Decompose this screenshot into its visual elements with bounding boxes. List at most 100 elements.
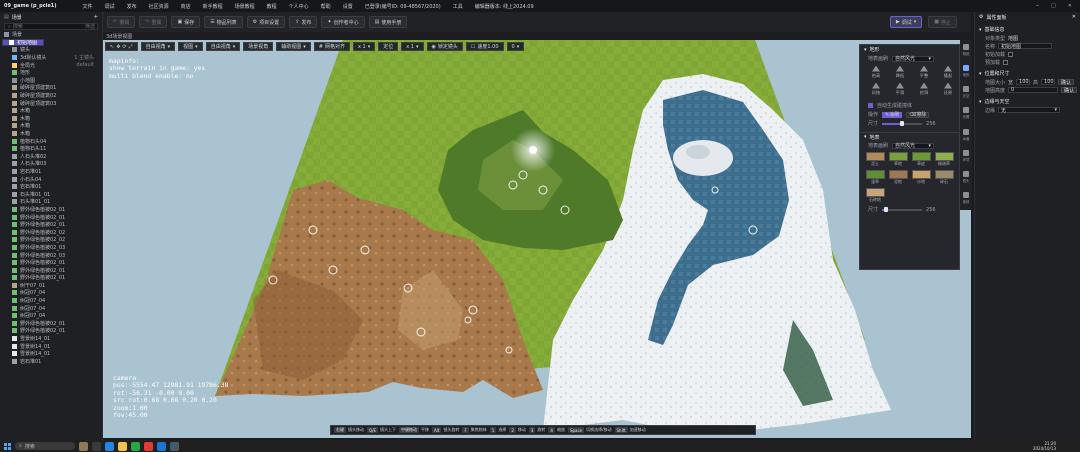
- menu-help-docs[interactable]: 教程: [267, 3, 277, 10]
- scene-tree-item[interactable]: 树冠07_04: [2, 297, 102, 305]
- scene-tree-item[interactable]: 野外绿色植被02_01: [2, 213, 102, 221]
- scene-viewport[interactable]: mapinfo: show terrain in game: yes multi…: [103, 40, 971, 438]
- scene-tree-item[interactable]: 小地图: [2, 77, 102, 85]
- grid-scale-select[interactable]: x 1 ▾: [352, 42, 376, 51]
- confirm-height-button[interactable]: 确认: [1061, 87, 1078, 94]
- scene-tree-item[interactable]: 野外绿色植被02_01: [2, 259, 102, 267]
- scene-tree-item[interactable]: 小石头04: [2, 175, 102, 183]
- scene-tree-item[interactable]: 破碎屋顶建筑01: [2, 84, 102, 92]
- scene-tree-item[interactable]: 镜头: [2, 46, 102, 54]
- scene-tree-item[interactable]: 木箱: [2, 130, 102, 138]
- menu-profile[interactable]: 个人中心: [289, 3, 309, 10]
- right-strip-button[interactable]: 镜头: [961, 170, 971, 189]
- scene-tree-item[interactable]: 破碎屋顶建筑02: [2, 92, 102, 100]
- menu-community[interactable]: 社区资源: [149, 3, 169, 10]
- close-icon[interactable]: ✕: [1072, 14, 1076, 20]
- menu-debug[interactable]: 调试: [105, 3, 115, 10]
- menu-settings[interactable]: 设置: [343, 3, 353, 10]
- menu-store[interactable]: 商店: [181, 3, 191, 10]
- view-mode-select[interactable]: 自由视角 ▾: [140, 42, 176, 51]
- close-icon[interactable]: ✕: [1068, 3, 1072, 9]
- texture-swatch[interactable]: 沙地: [911, 170, 931, 185]
- terrain-tool-button[interactable]: 风蚀: [866, 82, 886, 96]
- map-altitude-field[interactable]: 0: [1008, 87, 1059, 93]
- paint-button[interactable]: ✎ 涂刷: [882, 111, 903, 118]
- task-view-icon[interactable]: [92, 441, 101, 451]
- terrain-brush-select[interactable]: 自然风光 ▾: [892, 55, 935, 62]
- viewport-tab[interactable]: 3d场景视图: [103, 32, 971, 40]
- texture-size-slider[interactable]: [882, 207, 923, 212]
- texture-swatch[interactable]: 草皮: [911, 152, 931, 167]
- manual-button[interactable]: ▤ 使用手册: [368, 16, 408, 28]
- scene-tree-item[interactable]: 野外绿色植被02_03: [2, 244, 102, 252]
- filter-button[interactable]: 筛选: [85, 23, 97, 30]
- scene-tree-item[interactable]: 植物石头11: [2, 145, 102, 153]
- scene-tree-item[interactable]: 人石头堆02: [2, 153, 102, 161]
- scene-tree-item[interactable]: 木箱: [2, 115, 102, 123]
- minimize-icon[interactable]: ─: [1036, 3, 1039, 9]
- terrain-tool-button[interactable]: 隆起: [938, 65, 958, 79]
- scene-tree-item[interactable]: 木箱: [2, 107, 102, 115]
- terrain-tool-button[interactable]: 平滑: [890, 82, 910, 96]
- add-icon[interactable]: +: [94, 14, 98, 20]
- texture-swatch[interactable]: 湿草: [865, 170, 885, 185]
- scene-tree-item[interactable]: 野外绿色植被02_02: [2, 236, 102, 244]
- scene-tree-item[interactable]: 野外绿色植被02_03: [2, 251, 102, 259]
- search-input[interactable]: ⌕ 搜索 筛选: [4, 23, 98, 30]
- menu-help[interactable]: 帮助: [321, 3, 331, 10]
- terrain-tool-button[interactable]: 挖洞: [914, 82, 934, 96]
- menu-tools[interactable]: 工具: [453, 3, 463, 10]
- editor-app-icon[interactable]: [170, 441, 179, 451]
- texture-swatch[interactable]: 碎石: [934, 170, 954, 185]
- item-list-button[interactable]: ☰ 物品列表: [204, 16, 243, 28]
- scene-tree-item[interactable]: 野外绿色植被02_01: [2, 327, 102, 335]
- menu-publish[interactable]: 发布: [127, 3, 137, 10]
- confirm-size-button[interactable]: 确认: [1058, 79, 1075, 86]
- scene-tree-item[interactable]: 石头堆01_01: [2, 198, 102, 206]
- scene-tree-item[interactable]: 雪景树14_01: [2, 335, 102, 343]
- project-settings-button[interactable]: ⚙ 项目设置: [246, 16, 286, 28]
- init-load-checkbox[interactable]: [1008, 51, 1014, 57]
- menu-tutorial[interactable]: 新手教程: [203, 3, 223, 10]
- creator-center-button[interactable]: ✦ 创作者中心: [321, 16, 365, 28]
- windows-start-icon[interactable]: [4, 442, 11, 450]
- basic-info-section[interactable]: ▾ 基础信息: [975, 25, 1080, 34]
- scene-tree-item[interactable]: 岩石堆01: [2, 183, 102, 191]
- map-width-field[interactable]: 100: [1016, 79, 1031, 85]
- locate-scale-select[interactable]: x 1 ▾: [401, 42, 424, 51]
- lock-camera-toggle[interactable]: ◉ 锁定镜头: [426, 42, 463, 51]
- scene-tree-item[interactable]: 石头堆01_01: [2, 190, 102, 198]
- texture-brush-select[interactable]: 自然风光 ▾: [892, 142, 935, 149]
- scene-tree-item[interactable]: 雪景树14_01: [2, 350, 102, 358]
- scene-tree-item[interactable]: 地形: [2, 69, 102, 77]
- edge-sky-section[interactable]: ▾ 边缘与天空: [975, 97, 1080, 106]
- wechat-icon[interactable]: [131, 441, 140, 451]
- app-icon[interactable]: [144, 441, 153, 451]
- scene-tree-item[interactable]: 全局光 default: [2, 61, 102, 69]
- scene-tree-item[interactable]: 人石头堆03: [2, 160, 102, 168]
- maximize-icon[interactable]: □: [1051, 3, 1056, 9]
- map-height-field[interactable]: 100: [1041, 79, 1056, 85]
- scene-tree-item[interactable]: 木箱: [2, 122, 102, 130]
- auto-collision-checkbox[interactable]: [868, 103, 873, 108]
- speed-select[interactable]: ☐ 速度1.00: [465, 42, 504, 51]
- scene-tree-item[interactable]: 野外绿色植被02_01: [2, 206, 102, 214]
- debug-button[interactable]: ▶ 调试 ▾: [889, 16, 923, 28]
- transform-tools[interactable]: ↖ ✥ ⟳ ⤢: [105, 42, 138, 51]
- terrain-tool-button[interactable]: 抬高: [866, 65, 886, 79]
- texture-swatch[interactable]: 稀疏草: [934, 152, 954, 167]
- scene-tree-item[interactable]: 3d默认镜头 1 主镜头: [2, 54, 102, 62]
- extra-select[interactable]: 0 ▾: [506, 42, 525, 51]
- right-strip-button[interactable]: 天空: [961, 86, 971, 104]
- undo-button[interactable]: ↶ 撤销: [107, 16, 136, 28]
- scene-tree-item[interactable]: 岩石堆01: [2, 358, 102, 366]
- grid-snap-toggle[interactable]: # 网格对齐: [313, 42, 350, 51]
- view-select[interactable]: 视图 ▾: [178, 42, 203, 51]
- taskbar-search[interactable]: ⌕ 搜索: [15, 442, 75, 450]
- terrain-tool-button[interactable]: 还原: [938, 82, 958, 96]
- scene-tree-item[interactable]: 树冠07_04: [2, 289, 102, 297]
- edge-select[interactable]: 无 ▾: [998, 107, 1061, 114]
- scene-tree-item[interactable]: 雪景树14_01: [2, 342, 102, 350]
- size-section[interactable]: ▾ 位置和尺寸: [975, 69, 1080, 78]
- scene-tree-item[interactable]: 野外绿色植被02_02: [2, 228, 102, 236]
